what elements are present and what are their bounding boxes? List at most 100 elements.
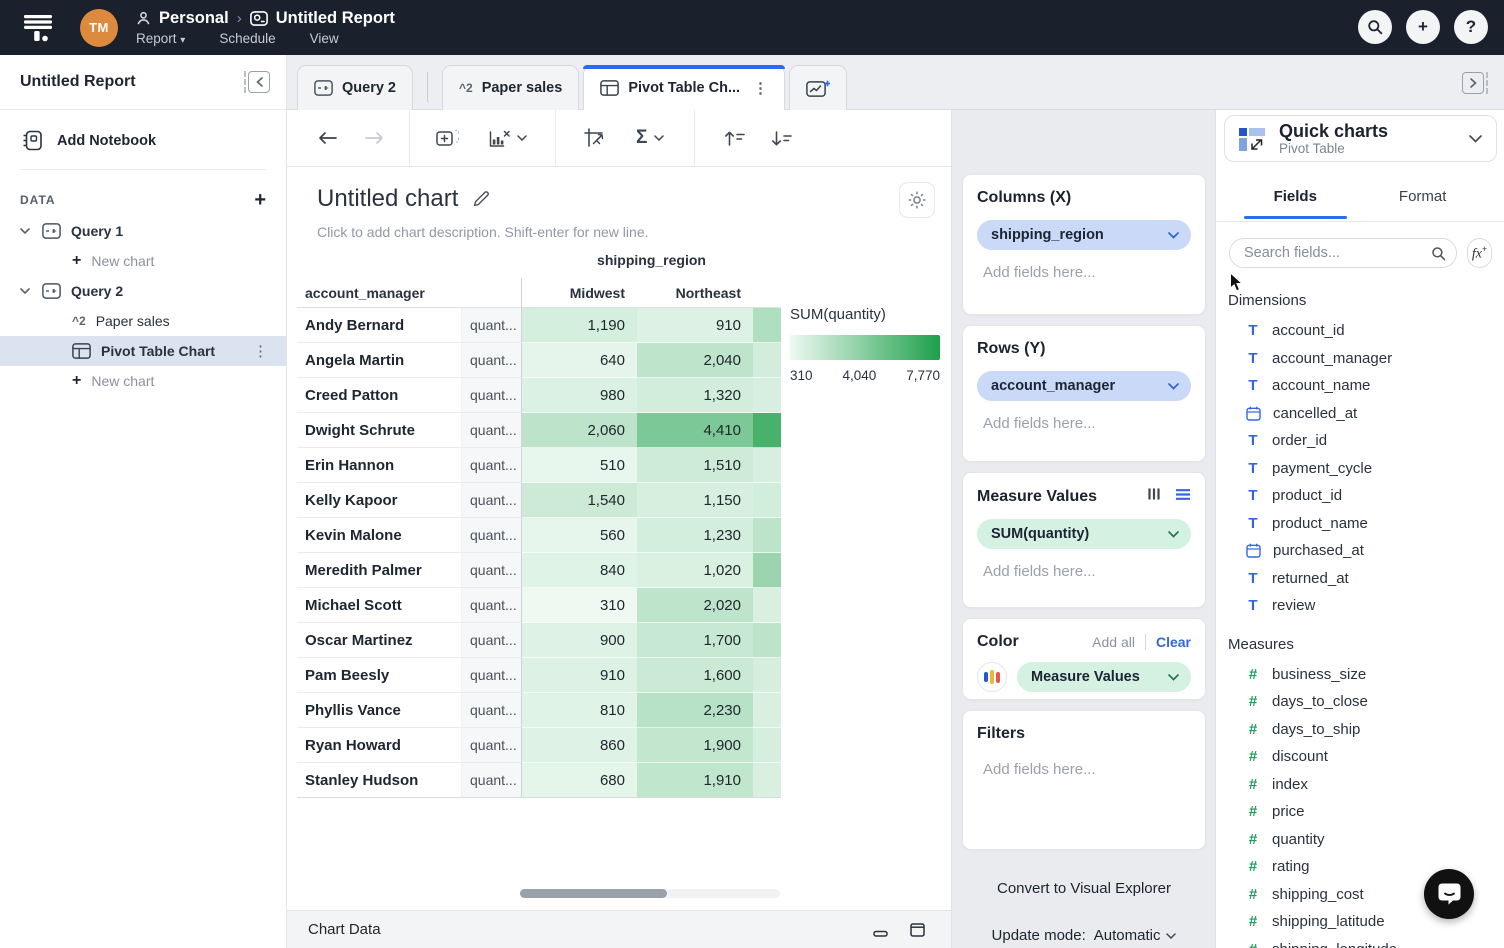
row-layout-icon[interactable] bbox=[1175, 488, 1191, 506]
field-purchased-at[interactable]: purchased_at bbox=[1216, 537, 1504, 565]
pivot-corner bbox=[297, 252, 522, 278]
menu-view[interactable]: View bbox=[310, 31, 339, 46]
field-quantity[interactable]: #quantity bbox=[1216, 826, 1504, 854]
field-order-id[interactable]: Torder_id bbox=[1216, 427, 1504, 455]
breadcrumb-workspace[interactable]: Personal bbox=[159, 9, 229, 28]
add-formula-button[interactable]: fx+ bbox=[1467, 238, 1492, 268]
chart-settings-button[interactable] bbox=[899, 182, 935, 218]
sidebar-item-pivot-table-chart[interactable]: Pivot Table Chart⋮ bbox=[0, 336, 286, 366]
field-business-size[interactable]: #business_size bbox=[1216, 661, 1504, 689]
field-days-to-close[interactable]: #days_to_close bbox=[1216, 688, 1504, 716]
partial-value-cell bbox=[753, 378, 781, 413]
pill-sum-quantity[interactable]: SUM(quantity) bbox=[977, 519, 1191, 549]
tab-format[interactable]: Format bbox=[1393, 174, 1453, 219]
add-fields-placeholder[interactable]: Add fields here... bbox=[983, 264, 1191, 281]
add-fields-placeholder[interactable]: Add fields here... bbox=[983, 563, 1191, 580]
text-type-icon: T bbox=[1246, 432, 1260, 449]
redo-button[interactable] bbox=[364, 130, 385, 146]
sidebar-item-paper-sales[interactable]: ^2Paper sales bbox=[0, 306, 286, 336]
update-mode-dropdown[interactable]: Automatic bbox=[1094, 927, 1177, 944]
help-button[interactable]: ? bbox=[1454, 10, 1488, 44]
add-all-link[interactable]: Add all bbox=[1092, 634, 1135, 650]
pill-color-measure-values[interactable]: Measure Values bbox=[1017, 662, 1191, 692]
item-menu-icon[interactable]: ⋮ bbox=[253, 342, 268, 360]
remove-chart-element-button[interactable] bbox=[489, 129, 527, 148]
tab-menu-icon[interactable]: ⋮ bbox=[749, 79, 768, 97]
transpose-button[interactable] bbox=[584, 128, 606, 148]
partial-value-cell bbox=[753, 588, 781, 623]
tab-fields[interactable]: Fields bbox=[1268, 174, 1323, 219]
field-product-name[interactable]: Tproduct_name bbox=[1216, 510, 1504, 538]
scrollbar-thumb[interactable] bbox=[520, 889, 667, 898]
add-fields-placeholder[interactable]: Add fields here... bbox=[983, 415, 1191, 432]
text-type-icon: T bbox=[1246, 350, 1260, 367]
field-returned-at[interactable]: Treturned_at bbox=[1216, 565, 1504, 593]
fx-icon: fx+ bbox=[1472, 244, 1487, 263]
fields-list: Dimensions Taccount_idTaccount_managerTa… bbox=[1216, 278, 1504, 948]
chat-widget-button[interactable] bbox=[1424, 869, 1474, 919]
breadcrumb-report[interactable]: Untitled Report bbox=[276, 9, 395, 28]
menu-report[interactable]: Report ▾ bbox=[136, 31, 185, 46]
field-price[interactable]: #price bbox=[1216, 798, 1504, 826]
field-label: payment_cycle bbox=[1272, 460, 1372, 477]
convert-to-visual-explorer-button[interactable]: Convert to Visual Explorer bbox=[989, 872, 1179, 905]
field-index[interactable]: #index bbox=[1216, 771, 1504, 799]
sidebar-collapse-button[interactable] bbox=[244, 71, 270, 93]
field-account-name[interactable]: Taccount_name bbox=[1216, 372, 1504, 400]
search-fields-input[interactable] bbox=[1244, 245, 1431, 261]
aggregate-button[interactable]: Σ bbox=[636, 127, 664, 149]
undo-button[interactable] bbox=[317, 130, 338, 146]
field-payment-cycle[interactable]: Tpayment_cycle bbox=[1216, 455, 1504, 483]
color-palette-icon[interactable] bbox=[977, 662, 1007, 692]
add-fields-placeholder[interactable]: Add fields here... bbox=[983, 761, 1191, 778]
partial-value-cell bbox=[753, 343, 781, 378]
chevron-down-icon bbox=[20, 288, 30, 294]
add-reference-button[interactable] bbox=[436, 128, 461, 148]
add-data-button[interactable]: + bbox=[254, 192, 266, 208]
sidebar-item-new-chart[interactable]: +New chart bbox=[0, 246, 286, 276]
tab-query-2[interactable]: Query 2 bbox=[297, 65, 413, 110]
pill-shipping-region[interactable]: shipping_region bbox=[977, 220, 1191, 250]
field-label: product_id bbox=[1272, 487, 1342, 504]
field-account-id[interactable]: Taccount_id bbox=[1216, 317, 1504, 345]
tab-pivot-table-chart[interactable]: Pivot Table Ch... ⋮ bbox=[583, 65, 785, 110]
clear-link[interactable]: Clear bbox=[1156, 634, 1191, 650]
sort-ascending-button[interactable] bbox=[723, 130, 746, 147]
pill-account-manager[interactable]: account_manager bbox=[977, 371, 1191, 401]
chart-type-selector[interactable]: Quick charts Pivot Table bbox=[1224, 115, 1497, 162]
add-notebook-button[interactable]: Add Notebook bbox=[0, 110, 286, 167]
field-discount[interactable]: #discount bbox=[1216, 743, 1504, 771]
right-panel-collapse-button[interactable] bbox=[1462, 72, 1488, 94]
search-button[interactable] bbox=[1358, 10, 1392, 44]
app-logo[interactable] bbox=[18, 10, 58, 46]
sidebar-item-new-chart[interactable]: +New chart bbox=[0, 366, 286, 396]
field-days-to-ship[interactable]: #days_to_ship bbox=[1216, 716, 1504, 744]
horizontal-scrollbar[interactable] bbox=[520, 889, 780, 898]
collapse-right-icon bbox=[1462, 72, 1484, 94]
legend-tick: 4,040 bbox=[842, 368, 876, 383]
report-icon bbox=[250, 11, 268, 26]
avatar[interactable]: TM bbox=[80, 9, 118, 47]
chart-data-bar[interactable]: Chart Data bbox=[287, 910, 951, 948]
maximize-panel-button[interactable] bbox=[910, 923, 925, 937]
sort-descending-button[interactable] bbox=[770, 130, 793, 147]
minimize-panel-button[interactable] bbox=[873, 923, 888, 937]
column-layout-icon[interactable] bbox=[1147, 487, 1161, 506]
add-button[interactable]: + bbox=[1406, 10, 1440, 44]
chart-description-placeholder[interactable]: Click to add chart description. Shift-en… bbox=[317, 224, 649, 240]
field-cancelled-at[interactable]: cancelled_at bbox=[1216, 400, 1504, 428]
field-review[interactable]: Treview bbox=[1216, 592, 1504, 620]
field-shipping-longitude[interactable]: #shipping_longitude bbox=[1216, 936, 1504, 948]
chart-title[interactable]: Untitled chart bbox=[317, 185, 458, 213]
new-chart-tab-button[interactable] bbox=[789, 65, 847, 110]
field-product-id[interactable]: Tproduct_id bbox=[1216, 482, 1504, 510]
toolbar-separator bbox=[555, 110, 556, 166]
field-account-manager[interactable]: Taccount_manager bbox=[1216, 345, 1504, 373]
sidebar-item-query-1[interactable]: Query 1 bbox=[0, 216, 286, 246]
edit-title-icon[interactable] bbox=[472, 190, 490, 208]
tab-paper-sales[interactable]: ^2 Paper sales bbox=[442, 65, 579, 110]
search-fields-box[interactable] bbox=[1229, 238, 1457, 268]
menu-schedule[interactable]: Schedule bbox=[219, 31, 275, 46]
tab-label: Paper sales bbox=[482, 80, 563, 96]
sidebar-item-query-2[interactable]: Query 2 bbox=[0, 276, 286, 306]
